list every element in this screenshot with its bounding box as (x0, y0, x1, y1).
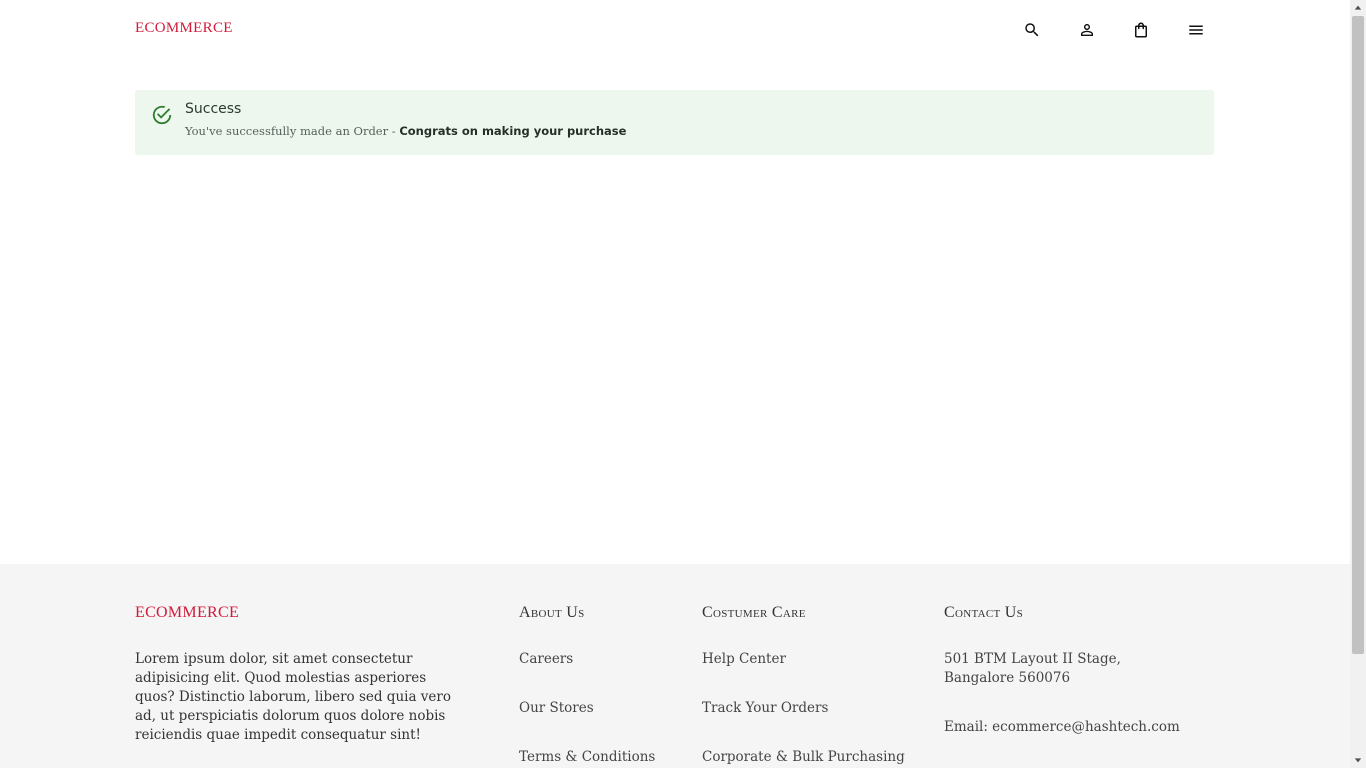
user-icon[interactable] (1075, 18, 1099, 42)
footer-link-corporate[interactable]: Corporate & Bulk Purchasing (702, 749, 905, 765)
check-circle-icon (151, 104, 173, 126)
footer-address: 501 BTM Layout II Stage, Bangalore 56007… (944, 651, 1121, 686)
footer-contact-title: Contact Us (944, 604, 1024, 621)
search-icon[interactable] (1020, 18, 1044, 42)
footer-link-help-center[interactable]: Help Center (702, 651, 786, 667)
shopping-bag-icon[interactable] (1129, 18, 1153, 42)
site-header: ECOMMERCE (0, 0, 1350, 60)
footer-link-track-orders[interactable]: Track Your Orders (702, 700, 828, 716)
scroll-up-arrow-icon[interactable] (1350, 0, 1366, 16)
alert-message-emphasis: Congrats on making your purchase (399, 124, 627, 138)
header-icon-bar (1016, 18, 1216, 42)
alert-message: You've successfully made an Order - Cong… (185, 124, 626, 138)
alert-title: Success (185, 101, 242, 117)
footer-email: Email: ecommerce@hashtech.com (944, 719, 1180, 735)
page-scrollbar[interactable] (1350, 0, 1366, 768)
success-alert: Success You've successfully made an Orde… (135, 90, 1214, 155)
scroll-thumb[interactable] (1352, 16, 1364, 654)
site-footer: ECOMMERCE Lorem ipsum dolor, sit amet co… (0, 564, 1350, 768)
menu-icon[interactable] (1184, 18, 1208, 42)
alert-message-text: You've successfully made an Order - (185, 124, 396, 138)
brand-logo-link[interactable]: ECOMMERCE (135, 20, 233, 37)
footer-care-title: Costumer Care (702, 604, 806, 621)
footer-description: Lorem ipsum dolor, sit amet consectetur … (135, 651, 451, 743)
footer-brand[interactable]: ECOMMERCE (135, 604, 239, 622)
page: ECOMMERCE Success You've successfully ma… (0, 0, 1350, 768)
footer-link-our-stores[interactable]: Our Stores (519, 700, 594, 716)
scroll-down-arrow-icon[interactable] (1350, 752, 1366, 768)
footer-link-terms[interactable]: Terms & Conditions (519, 749, 655, 765)
footer-about-title: About Us (519, 604, 585, 621)
footer-link-careers[interactable]: Careers (519, 651, 573, 667)
